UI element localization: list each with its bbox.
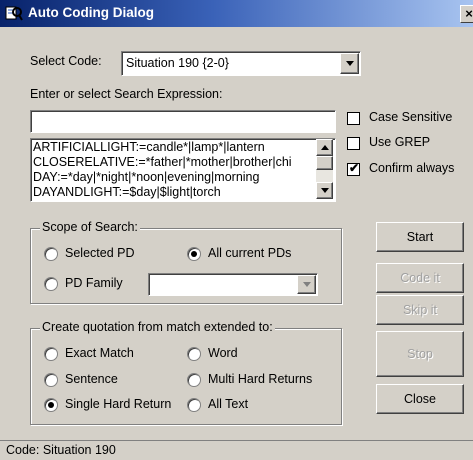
scroll-thumb[interactable] xyxy=(316,156,333,170)
status-bar: Code: Situation 190 xyxy=(0,440,473,460)
code-it-button[interactable]: Code it xyxy=(376,263,464,293)
select-code-combobox[interactable]: Situation 190 {2-0} xyxy=(121,51,361,76)
chevron-up-icon xyxy=(320,145,329,150)
app-icon xyxy=(5,6,23,21)
list-item[interactable]: DAYANDLIGHT:=$day|$light|torch xyxy=(33,185,317,199)
close-button[interactable]: Close xyxy=(376,384,464,414)
scope-of-search-title: Scope of Search: xyxy=(40,220,140,234)
confirm-always-label: Confirm always xyxy=(369,161,455,175)
list-scrollbar[interactable] xyxy=(316,139,333,199)
list-item[interactable]: CLOSERELATIVE:=*father|*mother|brother|c… xyxy=(33,155,317,169)
title-bar[interactable]: Auto Coding Dialog × xyxy=(0,0,473,27)
window-title: Auto Coding Dialog xyxy=(28,5,154,20)
search-expression-list[interactable]: ARTIFICIALLIGHT:=candle*|lamp*|lantern C… xyxy=(30,138,336,202)
close-icon: × xyxy=(465,6,473,21)
chevron-down-icon xyxy=(345,61,354,66)
search-expression-label: Enter or select Search Expression: xyxy=(30,87,223,101)
select-code-value: Situation 190 {2-0} xyxy=(126,56,229,70)
start-button[interactable]: Start xyxy=(376,222,464,252)
select-code-dropdown-button[interactable] xyxy=(340,53,359,74)
scroll-up-button[interactable] xyxy=(316,139,333,156)
pd-family-combobox[interactable] xyxy=(148,273,318,296)
search-expression-input[interactable] xyxy=(30,110,336,133)
stop-button[interactable]: Stop xyxy=(376,331,464,377)
list-item[interactable]: DAY:=*day|*night|*noon|evening|morning xyxy=(33,170,317,184)
chevron-down-icon xyxy=(302,282,311,287)
close-window-button[interactable]: × xyxy=(460,5,473,23)
skip-it-button[interactable]: Skip it xyxy=(376,295,464,325)
use-grep-label: Use GREP xyxy=(369,135,431,149)
pd-family-dropdown-button[interactable] xyxy=(297,275,316,294)
status-text: Code: Situation 190 xyxy=(6,443,116,457)
select-code-label: Select Code: xyxy=(30,54,102,68)
list-item[interactable]: ARTIFICIALLIGHT:=candle*|lamp*|lantern xyxy=(33,140,317,154)
chevron-down-icon xyxy=(320,188,329,193)
quotation-extent-title: Create quotation from match extended to: xyxy=(40,320,275,334)
checkmark-icon: ✔ xyxy=(349,161,360,175)
case-sensitive-label: Case Sensitive xyxy=(369,110,453,124)
scroll-down-button[interactable] xyxy=(316,182,333,199)
